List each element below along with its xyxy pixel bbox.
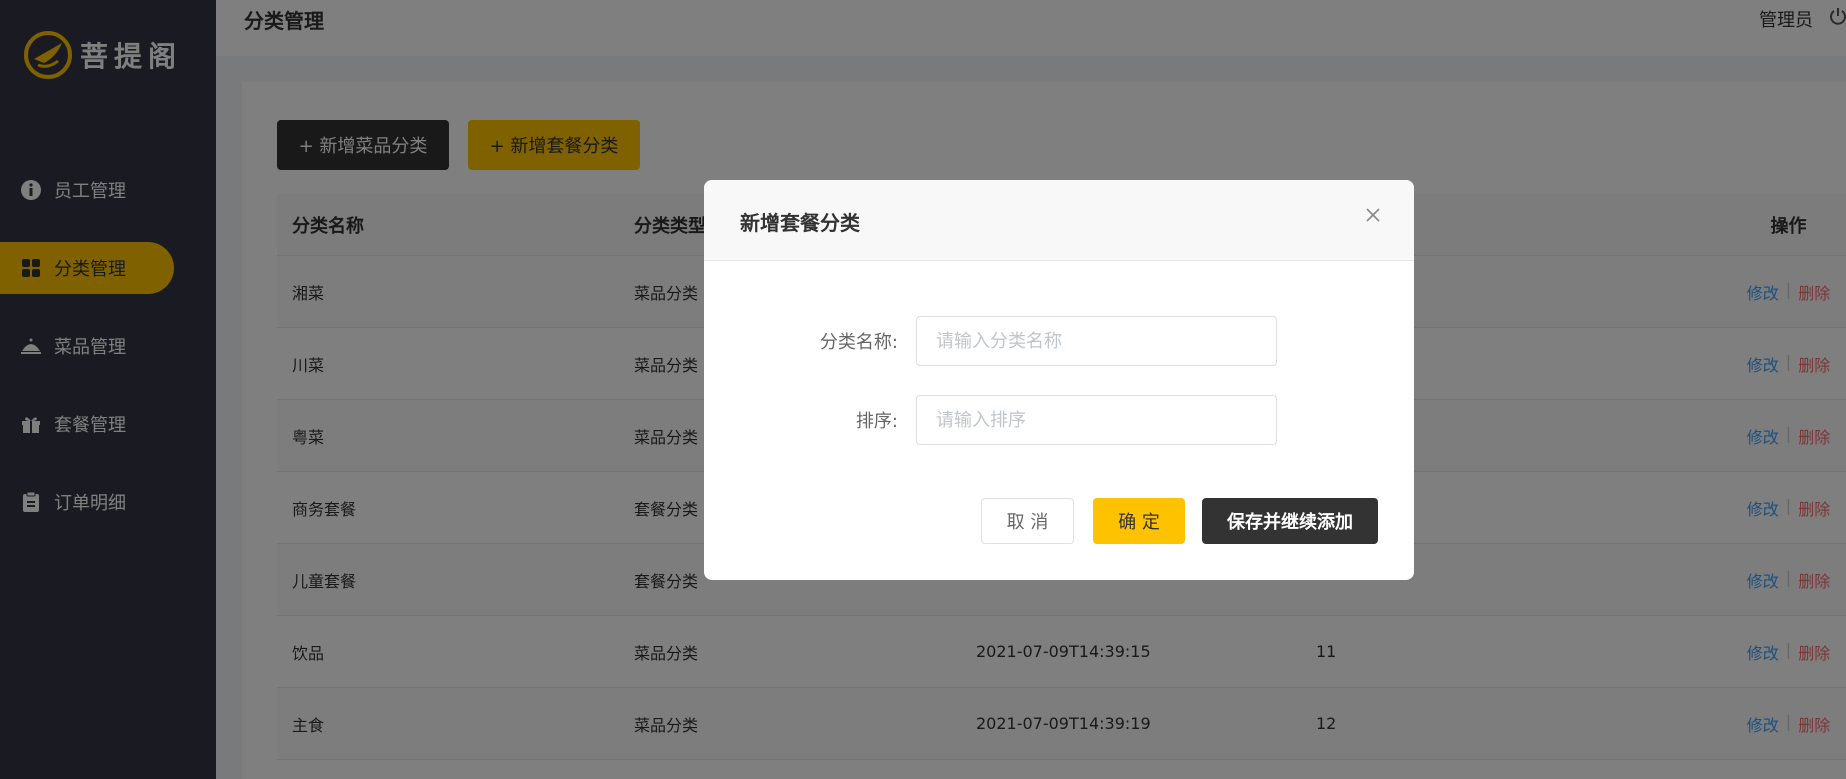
dialog-title: 新增套餐分类	[740, 211, 860, 235]
form-row-sort: 排序:	[704, 395, 1414, 445]
dialog-header: 新增套餐分类	[704, 180, 1414, 261]
add-combo-category-dialog: 新增套餐分类 分类名称: 排序: 取 消 确 定 保存并继续添加	[704, 180, 1414, 580]
sort-label: 排序:	[855, 411, 898, 432]
cancel-button[interactable]: 取 消	[981, 498, 1074, 544]
save-and-continue-button[interactable]: 保存并继续添加	[1202, 498, 1378, 544]
confirm-button[interactable]: 确 定	[1093, 498, 1185, 544]
close-icon[interactable]	[1364, 206, 1382, 224]
form-row-name: 分类名称:	[704, 316, 1414, 366]
sort-input[interactable]	[916, 395, 1277, 445]
category-name-input[interactable]	[916, 316, 1277, 366]
category-name-label: 分类名称:	[819, 332, 898, 353]
